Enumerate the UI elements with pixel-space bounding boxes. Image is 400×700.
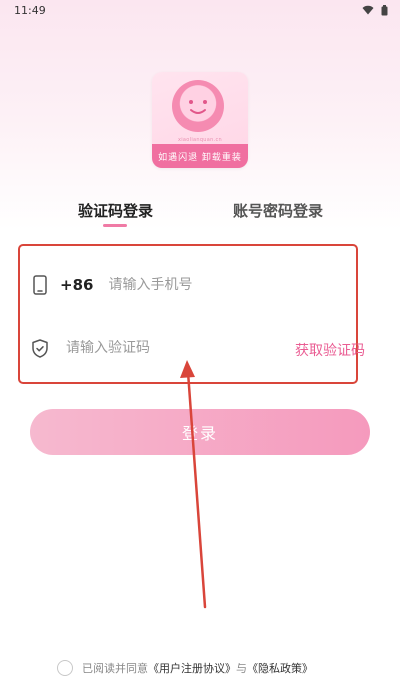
shield-check-icon (30, 337, 50, 359)
phone-input[interactable] (108, 277, 289, 293)
agreement-connector: 与 (236, 662, 247, 675)
agreement-checkbox[interactable] (57, 660, 73, 676)
status-icons (362, 4, 388, 16)
logo-slogan: 如遇闪退 卸载重装 (152, 144, 248, 168)
login-button[interactable]: 登录 (30, 409, 370, 455)
status-time: 11:49 (14, 3, 46, 17)
privacy-policy-link[interactable]: 《隐私政策》 (247, 660, 313, 676)
user-agreement-link[interactable]: 《用户注册协议》 (148, 660, 236, 676)
form-highlight-box (18, 244, 358, 384)
wifi-icon (362, 5, 374, 15)
phone-row: +86 (30, 270, 370, 300)
agreement-row: 已阅读并同意 《用户注册协议》 与 《隐私政策》 (57, 658, 313, 678)
tab-active-indicator (103, 224, 127, 227)
agreement-prefix: 已阅读并同意 (82, 662, 148, 675)
logo-face-icon (172, 80, 224, 132)
tab-password-login[interactable]: 账号密码登录 (233, 196, 323, 224)
country-code[interactable]: +86 (60, 276, 93, 294)
app-logo: xiaolianquan.cn 如遇闪退 卸载重装 (152, 72, 248, 168)
battery-icon (381, 4, 388, 15)
phone-icon (30, 274, 50, 296)
status-bar: 11:49 (0, 0, 400, 20)
get-code-button[interactable]: 获取验证码 (295, 340, 365, 360)
login-tabs: 验证码登录 账号密码登录 (0, 196, 400, 236)
verification-code-input[interactable] (66, 340, 266, 356)
logo-url: xiaolianquan.cn (177, 137, 223, 143)
tab-sms-login[interactable]: 验证码登录 (78, 196, 153, 224)
